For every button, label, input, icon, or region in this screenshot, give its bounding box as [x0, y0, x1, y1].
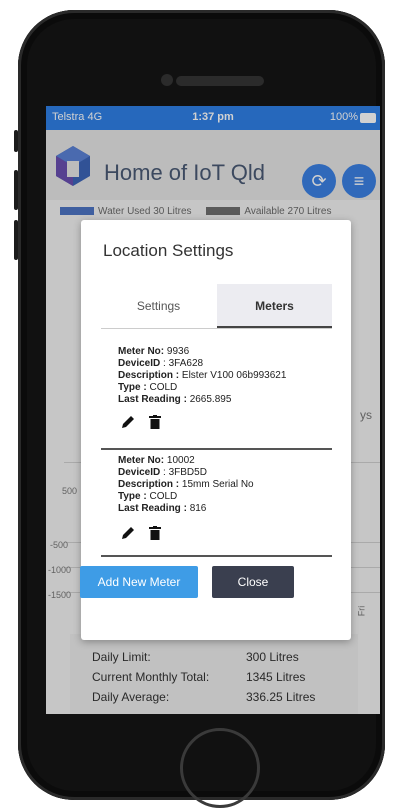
type-label: Type : — [118, 491, 147, 502]
earpiece-speaker — [176, 76, 264, 86]
meter-item: Meter No: 10002 DeviceID : 3FBD5D Descri… — [118, 455, 254, 515]
volume-down-button — [14, 220, 18, 260]
meter-no-label: Meter No: — [118, 455, 165, 466]
type-row: Type : COLD — [118, 382, 286, 394]
type-label: Type : — [118, 382, 147, 393]
device-id-value: : 3FBD5D — [163, 467, 207, 478]
front-camera — [161, 74, 173, 86]
meter-separator — [101, 555, 332, 557]
delete-icon[interactable] — [149, 526, 162, 540]
device-id-row: DeviceID : 3FA628 — [118, 358, 286, 370]
device-id-value: : 3FA628 — [163, 358, 204, 369]
description-label: Description : — [118, 370, 180, 381]
delete-icon[interactable] — [149, 415, 162, 429]
dialog-title: Location Settings — [103, 241, 234, 260]
meter-no-row: Meter No: 10002 — [118, 455, 254, 467]
device-id-label: DeviceID — [118, 358, 161, 369]
add-new-meter-button[interactable]: Add New Meter — [80, 566, 198, 598]
close-button[interactable]: Close — [212, 566, 294, 598]
tab-meters[interactable]: Meters — [217, 284, 332, 328]
last-reading-label: Last Reading : — [118, 394, 187, 405]
meter-actions — [121, 415, 162, 434]
meter-no-value: 9936 — [166, 346, 190, 357]
meter-actions — [121, 526, 162, 545]
mute-switch — [14, 130, 18, 152]
meter-no-label: Meter No: — [118, 346, 165, 357]
description-value: 15mm Serial No — [181, 479, 254, 490]
description-row: Description : 15mm Serial No — [118, 479, 254, 491]
meter-item: Meter No: 9936 DeviceID : 3FA628 Descrip… — [118, 346, 286, 406]
meter-no-value: 10002 — [166, 455, 195, 466]
description-label: Description : — [118, 479, 180, 490]
settings-tabs: Settings Meters — [101, 284, 332, 328]
description-row: Description : Elster V100 06b993621 — [118, 370, 286, 382]
description-value: Elster V100 06b993621 — [181, 370, 287, 381]
meter-separator — [101, 448, 332, 450]
volume-up-button — [14, 170, 18, 210]
meter-no-row: Meter No: 9936 — [118, 346, 286, 358]
type-value: COLD — [149, 382, 178, 393]
device-id-row: DeviceID : 3FBD5D — [118, 467, 254, 479]
edit-icon[interactable] — [121, 415, 135, 429]
last-reading-row: Last Reading : 2665.895 — [118, 394, 286, 406]
phone-screen: Telstra 4G 1:37 pm 100% Home of IoT Qld … — [46, 106, 380, 714]
type-row: Type : COLD — [118, 491, 254, 503]
last-reading-label: Last Reading : — [118, 503, 187, 514]
type-value: COLD — [149, 491, 178, 502]
last-reading-value: 816 — [189, 503, 207, 514]
tab-divider — [101, 328, 332, 329]
edit-icon[interactable] — [121, 526, 135, 540]
home-button[interactable] — [180, 728, 260, 808]
tab-settings[interactable]: Settings — [101, 284, 216, 328]
last-reading-row: Last Reading : 816 — [118, 503, 254, 515]
last-reading-value: 2665.895 — [189, 394, 232, 405]
device-id-label: DeviceID — [118, 467, 161, 478]
